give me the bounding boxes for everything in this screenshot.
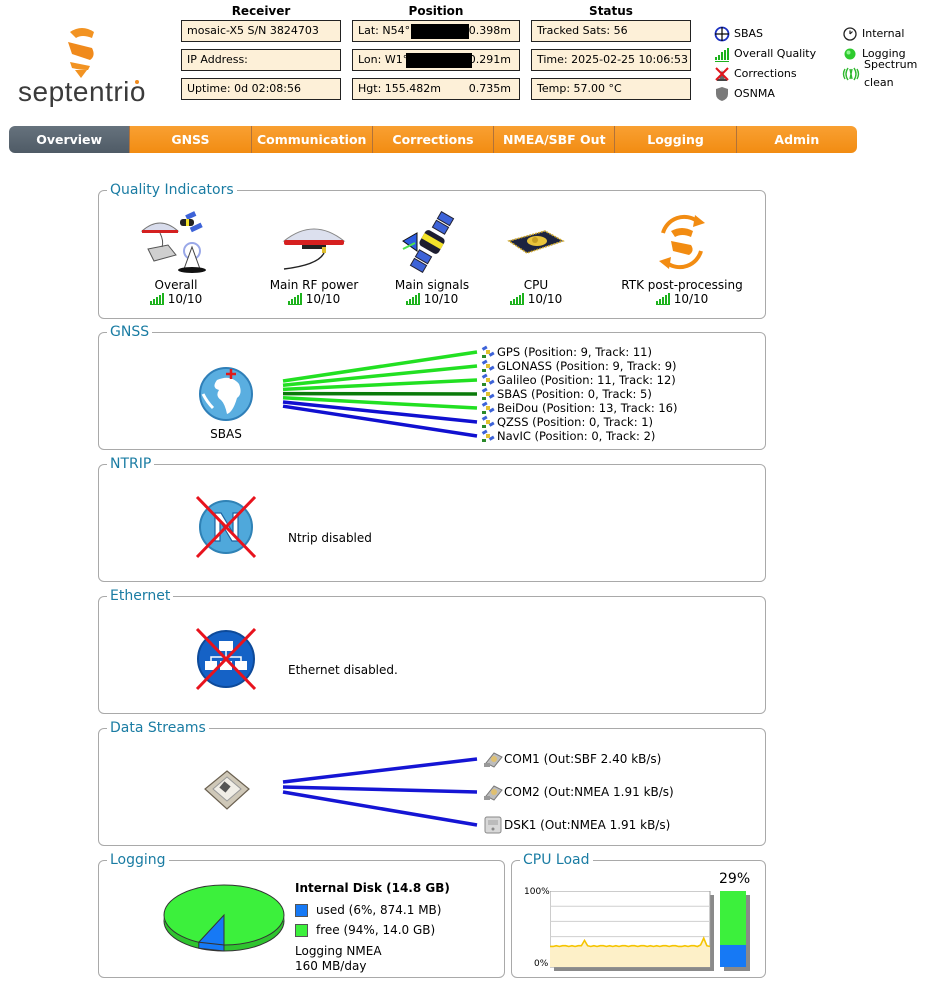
constellation-label: QZSS (Position: 0, Track: 1) <box>497 415 654 429</box>
cpu-load-panel: CPU Load 100% 0% 29% <box>511 851 766 978</box>
constellation-label: GPS (Position: 9, Track: 11) <box>497 345 652 359</box>
y-axis-max-label: 100% <box>524 887 550 897</box>
disk-usage-pie <box>163 884 285 952</box>
satellite-small-icon <box>481 345 495 358</box>
serial-port-icon <box>484 785 503 801</box>
constellation-label: GLONASS (Position: 9, Track: 9) <box>497 359 677 373</box>
cpu-current-value: 29% <box>719 871 751 887</box>
cpu-bar-used <box>720 944 746 967</box>
constellation-label: BeiDou (Position: 13, Track: 16) <box>497 401 678 415</box>
stream-link-line <box>282 757 478 784</box>
disk-legend: Internal Disk (14.8 GB) used (6%, 874.1 … <box>295 881 450 976</box>
panel-title: Ethernet <box>107 587 174 605</box>
serial-port-icon <box>484 752 503 768</box>
logging-mode: Logging NMEA <box>295 944 382 958</box>
stream-label: COM2 (Out:NMEA 1.91 kB/s) <box>504 785 674 799</box>
free-label: free (94%, 14.0 GB) <box>316 923 436 937</box>
stream-row[interactable]: COM1 (Out:SBF 2.40 kB/s) <box>482 749 661 769</box>
legend-free: free (94%, 14.0 GB) <box>295 920 450 940</box>
panel-title: NTRIP <box>107 455 155 473</box>
constellation-label: Galileo (Position: 11, Track: 12) <box>497 373 676 387</box>
ntrip-panel: NTRIP Ntrip disabled <box>98 455 766 582</box>
ethernet-status: Ethernet disabled. <box>288 663 398 677</box>
data-streams-panel: Data Streams COM1 (Out:SBF 2.40 kB/s) COM… <box>98 719 766 846</box>
constellation-label: SBAS (Position: 0, Track: 5) <box>497 387 652 401</box>
disk-title: Internal Disk (14.8 GB) <box>295 881 450 895</box>
ethernet-disabled-icon <box>195 627 257 691</box>
stream-row[interactable]: COM2 (Out:NMEA 1.91 kB/s) <box>482 782 674 802</box>
stream-link-line <box>282 790 478 827</box>
stream-link-line <box>282 785 478 794</box>
free-swatch <box>295 923 308 937</box>
satellite-small-icon <box>481 415 495 428</box>
stream-row[interactable]: DSK1 (Out:NMEA 1.91 kB/s) <box>482 815 670 835</box>
legend-used: used (6%, 874.1 MB) <box>295 900 450 920</box>
cpu-current-bar <box>720 891 750 971</box>
satellite-small-icon <box>481 401 495 414</box>
constellation-row[interactable]: Galileo (Position: 11, Track: 12) <box>481 373 676 387</box>
ntrip-disabled-icon <box>195 495 257 559</box>
used-swatch <box>295 903 308 917</box>
constellation-row[interactable]: QZSS (Position: 0, Track: 1) <box>481 415 653 429</box>
satellite-small-icon <box>481 373 495 386</box>
stream-label: COM1 (Out:SBF 2.40 kB/s) <box>504 752 662 766</box>
logging-rate: 160 MB/day <box>295 959 367 973</box>
logging-panel: Logging Internal Disk (14.8 GB) used (6%… <box>98 851 505 978</box>
constellation-row[interactable]: GLONASS (Position: 9, Track: 9) <box>481 359 677 373</box>
y-axis-min-label: 0% <box>534 959 549 969</box>
gnss-link-lines <box>282 350 478 438</box>
satellite-small-icon <box>481 359 495 372</box>
used-label: used (6%, 874.1 MB) <box>316 903 442 917</box>
panel-title: Logging <box>107 851 169 869</box>
ethernet-panel: Ethernet Ethernet disabled. <box>98 587 766 714</box>
panel-title: CPU Load <box>520 851 593 869</box>
cpu-history-chart <box>550 891 714 971</box>
constellation-row[interactable]: NavIC (Position: 0, Track: 2) <box>481 429 655 443</box>
constellation-row[interactable]: SBAS (Position: 0, Track: 5) <box>481 387 652 401</box>
ntrip-status: Ntrip disabled <box>288 531 372 545</box>
constellation-row[interactable]: BeiDou (Position: 13, Track: 16) <box>481 401 677 415</box>
satellite-small-icon <box>481 429 495 442</box>
disk-icon <box>484 816 502 834</box>
constellation-row[interactable]: GPS (Position: 9, Track: 11) <box>481 345 652 359</box>
stream-label: DSK1 (Out:NMEA 1.91 kB/s) <box>504 818 671 832</box>
constellation-label: NavIC (Position: 0, Track: 2) <box>497 429 656 443</box>
satellite-small-icon <box>481 387 495 400</box>
